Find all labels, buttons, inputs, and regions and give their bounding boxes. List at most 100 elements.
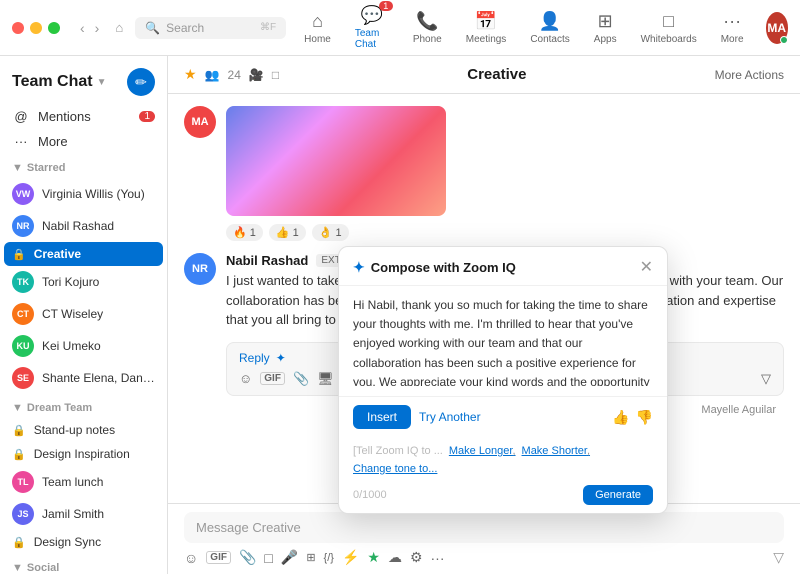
more-actions-button[interactable]: More Actions [715,68,784,82]
cloud-button[interactable]: ☁ [388,549,402,566]
sidebar-item-jamil[interactable]: JS Jamil Smith [0,498,167,530]
shante-avatar: SE [12,367,34,389]
sidebar-item-team-lunch[interactable]: TL Team lunch [0,466,167,498]
zoom-iq-actions: Insert Try Another 👍 👎 [339,396,667,437]
zoom-apps-button[interactable]: ★ [367,549,380,566]
reaction-fire[interactable]: 🔥 1 [226,224,263,241]
thumbs-up-icon[interactable]: 👍 [612,409,629,426]
nav-meetings[interactable]: 📅 Meetings [456,7,517,49]
nav-home[interactable]: ⌂ Home [294,7,341,49]
code-button[interactable]: {/} [324,552,334,564]
reaction-like[interactable]: 👌 1 [312,224,349,241]
sidebar-section-starred[interactable]: ▼ Starred [0,154,167,178]
try-another-button[interactable]: Try Another [419,410,481,424]
reaction-thumbs[interactable]: 👍 1 [269,224,306,241]
zoom-iq-star-icon: ✦ [353,259,365,276]
nav-team-chat[interactable]: 💬 Team Chat 1 [345,1,399,54]
apps-button[interactable]: ⚡ [342,549,359,566]
video-icon[interactable]: 🎥 [249,68,264,82]
nav-phone[interactable]: 📞 Phone [403,7,452,49]
sidebar-item-creative[interactable]: 🔒 Creative [4,242,163,266]
reply-gif-btn[interactable]: GIF [260,372,285,385]
reply-screen-icon[interactable]: 🖥 [317,371,334,387]
nabil-sender-name: Nabil Rashad [226,253,308,268]
nav-more-label: More [721,34,744,45]
jamil-name: Jamil Smith [42,507,104,521]
forward-button[interactable]: › [91,18,104,38]
sidebar-item-standup[interactable]: 🔒 Stand-up notes [0,418,167,442]
reply-clip-icon[interactable]: 📎 [293,371,309,387]
counter-button[interactable]: ⊞ [306,551,315,564]
message-input[interactable]: Message Creative [184,512,784,543]
back-button[interactable]: ‹ [76,18,89,38]
compose-button[interactable]: ✏ [127,68,155,96]
search-bar[interactable]: 🔍 Search ⌘F [135,17,286,39]
format-button[interactable]: ▽ [773,549,784,566]
minimize-button[interactable] [30,22,42,34]
emoji-button[interactable]: ☺ [184,550,198,566]
meetings-icon: 📅 [475,11,497,32]
starred-chevron-icon: ▼ [12,162,23,174]
nav-contacts[interactable]: 👤 Contacts [520,7,579,49]
message-reactions: 🔥 1 👍 1 👌 1 [226,224,784,241]
nav-contacts-label: Contacts [530,34,569,45]
input-toolbar: ☺ GIF 📎 □ 🎤 ⊞ {/} ⚡ ★ ☁ ⚙ ··· ▽ [184,549,784,566]
search-icon: 🔍 [145,21,160,35]
zoom-logo-button[interactable]: ⌂ [111,18,127,37]
suggestion-make-longer[interactable]: Make Longer [449,445,516,457]
maximize-button[interactable] [48,22,60,34]
star-icon[interactable]: ★ [184,66,197,83]
nav-items: ⌂ Home 💬 Team Chat 1 📞 Phone 📅 Meetings … [294,1,788,54]
settings-button[interactable]: ⚙ [410,549,423,566]
kei-avatar: KU [12,335,34,357]
zoom-iq-header: ✦ Compose with Zoom IQ ✕ [339,247,667,286]
reply-smiley-icon[interactable]: ☺ [239,371,252,386]
sidebar-item-shante[interactable]: SE Shante Elena, Daniel Bow... [0,362,167,394]
share-icon[interactable]: □ [272,68,279,82]
sidebar-item-ct[interactable]: CT CT Wiseley [0,298,167,330]
suggestion-change-tone[interactable]: Change tone to... [353,463,437,475]
nav-team-chat-label: Team Chat [355,28,389,50]
zoom-iq-popup: ✦ Compose with Zoom IQ ✕ Hi Nabil, thank… [338,246,668,514]
chat-header-left: ★ 👥 24 🎥 □ [184,66,279,83]
sidebar-item-mentions[interactable]: @ Mentions 1 [0,104,167,129]
zoom-iq-input-row: 0/1000 Generate [339,481,667,513]
close-button[interactable] [12,22,24,34]
attachment-button[interactable]: 📎 [239,549,256,566]
nav-whiteboards[interactable]: □ Whiteboards [631,7,707,49]
sidebar-item-design-inspiration[interactable]: 🔒 Design Inspiration [0,442,167,466]
more-button[interactable]: ··· [431,550,445,566]
chat-header: ★ 👥 24 🎥 □ Creative More Actions [168,56,800,94]
standup-name: Stand-up notes [34,423,115,437]
sidebar-item-tori[interactable]: TK Tori Kojuro [0,266,167,298]
search-shortcut: ⌘F [260,22,276,33]
zoom-iq-close-button[interactable]: ✕ [640,257,653,277]
nav-apps[interactable]: ⊞ Apps [584,7,627,49]
dream-chevron-icon: ▼ [12,402,23,414]
suggestion-make-shorter[interactable]: Make Shorter [522,445,590,457]
insert-button[interactable]: Insert [353,405,411,429]
thumbs-down-icon[interactable]: 👎 [636,409,653,426]
sidebar-section-social[interactable]: ▼ Social [0,554,167,574]
generate-button[interactable]: Generate [583,485,653,505]
ct-avatar: CT [12,303,34,325]
main-layout: Team Chat ▼ ✏ @ Mentions 1 ··· More ▼ St… [0,56,800,574]
sidebar-item-kei[interactable]: KU Kei Umeko [0,330,167,362]
sidebar-item-more[interactable]: ··· More [0,129,167,154]
gif-button[interactable]: GIF [206,551,231,564]
screenshot-button[interactable]: □ [264,550,272,566]
sidebar-title-container[interactable]: Team Chat ▼ [12,73,107,91]
user-avatar[interactable]: MA [766,12,788,44]
audio-button[interactable]: 🎤 [281,549,298,566]
mayelle-name-label: Mayelle Aguilar [701,404,776,416]
whiteboards-icon: □ [663,11,674,32]
message-row-image: MA 🔥 1 👍 1 👌 1 [184,106,784,241]
apps-icon: ⊞ [598,11,613,32]
sidebar-item-design-sync[interactable]: 🔒 Design Sync [0,530,167,554]
sidebar-item-nabil[interactable]: NR Nabil Rashad [0,210,167,242]
nav-more[interactable]: ··· More [711,7,754,49]
sidebar-item-virginia[interactable]: VW Virginia Willis (You) [0,178,167,210]
phone-icon: 📞 [416,11,438,32]
reply-filter-icon[interactable]: ▽ [761,371,771,387]
sidebar-section-dream-team[interactable]: ▼ Dream Team [0,394,167,418]
